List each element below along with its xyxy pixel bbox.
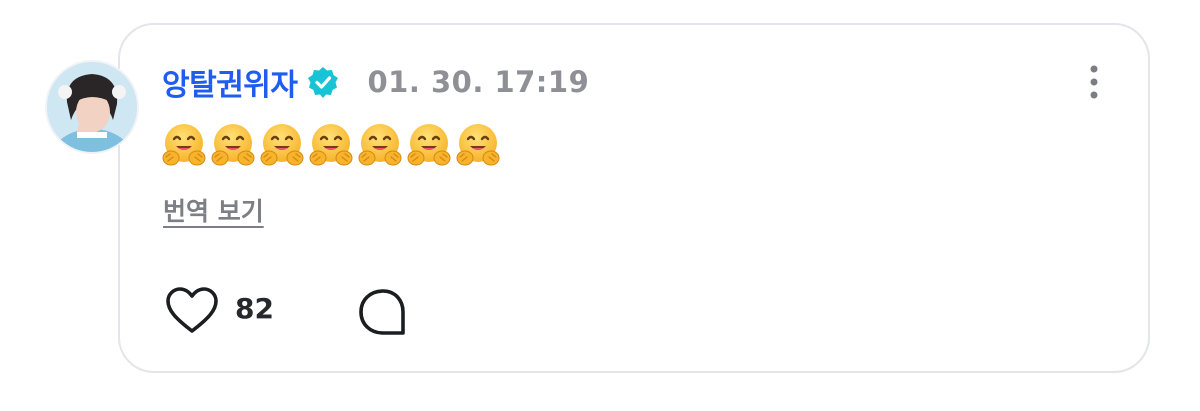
comment-body xyxy=(160,121,503,171)
hugging-face-emoji xyxy=(162,124,206,166)
comment-header: 앙탈권위자 01. 30. 17:19 xyxy=(162,60,589,104)
comment-bubble-icon[interactable] xyxy=(357,287,409,337)
username[interactable]: 앙탈권위자 xyxy=(162,60,298,104)
hugging-face-emoji xyxy=(358,124,402,166)
avatar[interactable] xyxy=(45,60,139,154)
hugging-face-emoji xyxy=(211,124,255,166)
hugging-face-emoji xyxy=(407,124,451,166)
more-vertical-icon[interactable] xyxy=(1085,64,1103,100)
comment-timestamp: 01. 30. 17:19 xyxy=(367,65,590,99)
hugging-face-emoji xyxy=(309,124,353,166)
translate-link[interactable]: 번역 보기 xyxy=(163,192,264,228)
hugging-face-emoji xyxy=(260,124,304,166)
verified-badge-icon xyxy=(306,65,340,99)
hugging-face-emoji xyxy=(456,124,500,166)
like-count: 82 xyxy=(235,292,274,325)
heart-icon[interactable] xyxy=(165,287,219,335)
